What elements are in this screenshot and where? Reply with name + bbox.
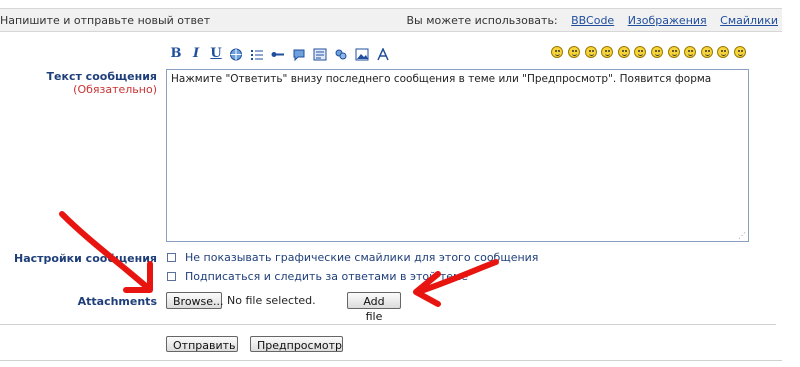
arrow-to-add-file [413, 259, 499, 307]
options-label: Настройки сообщения [14, 252, 157, 265]
divider [0, 324, 776, 325]
email-icon[interactable] [271, 48, 285, 61]
bold-button[interactable]: B [168, 46, 184, 62]
subscribe-checkbox[interactable] [167, 272, 176, 281]
users-icon[interactable] [334, 48, 348, 61]
italic-button[interactable]: I [188, 46, 204, 62]
smiley-icon[interactable] [601, 46, 613, 58]
required-label: (Обязательно) [73, 83, 157, 96]
bottom-border [0, 360, 782, 361]
list-icon[interactable] [250, 48, 264, 61]
markup-help: Вы можете использовать: BBCode Изображен… [407, 14, 779, 27]
subscribe-label: Подписаться и следить за ответами в этой… [185, 270, 469, 283]
bbcode-link[interactable]: BBCode [571, 14, 614, 27]
smiley-icon[interactable] [585, 46, 597, 58]
underline-icon: U [210, 46, 222, 61]
smiley-icon[interactable] [668, 46, 680, 58]
markup-help-label: Вы можете использовать: [406, 14, 558, 27]
form-title: Напишите и отправьте новый ответ [0, 14, 211, 27]
smiley-icon[interactable] [634, 46, 646, 58]
smiley-icon[interactable] [701, 46, 713, 58]
smiley-icon[interactable] [734, 46, 746, 58]
images-link[interactable]: Изображения [628, 14, 707, 27]
code-icon[interactable] [313, 48, 327, 61]
globe-link-icon[interactable] [229, 48, 243, 61]
no-smilies-checkbox[interactable] [167, 253, 176, 262]
smiley-icon[interactable] [651, 46, 663, 58]
no-smilies-label: Не показывать графические смайлики для э… [185, 251, 539, 264]
smiley-icon[interactable] [684, 46, 696, 58]
image-icon[interactable] [355, 48, 369, 61]
add-file-button[interactable]: Add file [347, 292, 401, 323]
preview-button[interactable]: Предпросмотр [250, 336, 343, 352]
form-header: Напишите и отправьте новый ответ Вы може… [0, 8, 782, 32]
message-textarea[interactable] [166, 69, 749, 242]
submit-button[interactable]: Отправить [166, 336, 238, 352]
no-file-text: No file selected. [227, 294, 316, 307]
smiley-icon[interactable] [551, 46, 563, 58]
font-icon[interactable] [376, 48, 390, 61]
attachments-label: Attachments [77, 295, 157, 308]
smiley-icon[interactable] [618, 46, 630, 58]
quote-icon[interactable] [292, 48, 306, 61]
bold-icon: B [170, 46, 182, 61]
resize-grip-icon[interactable]: ⋰ [738, 231, 747, 240]
smiley-icon[interactable] [717, 46, 729, 58]
message-label: Текст сообщения [46, 70, 157, 83]
smiley-icon[interactable] [568, 46, 580, 58]
italic-icon: I [192, 46, 200, 61]
browse-button[interactable]: Browse... [166, 292, 224, 309]
underline-button[interactable]: U [208, 46, 224, 62]
smilies-link[interactable]: Смайлики [720, 14, 778, 27]
